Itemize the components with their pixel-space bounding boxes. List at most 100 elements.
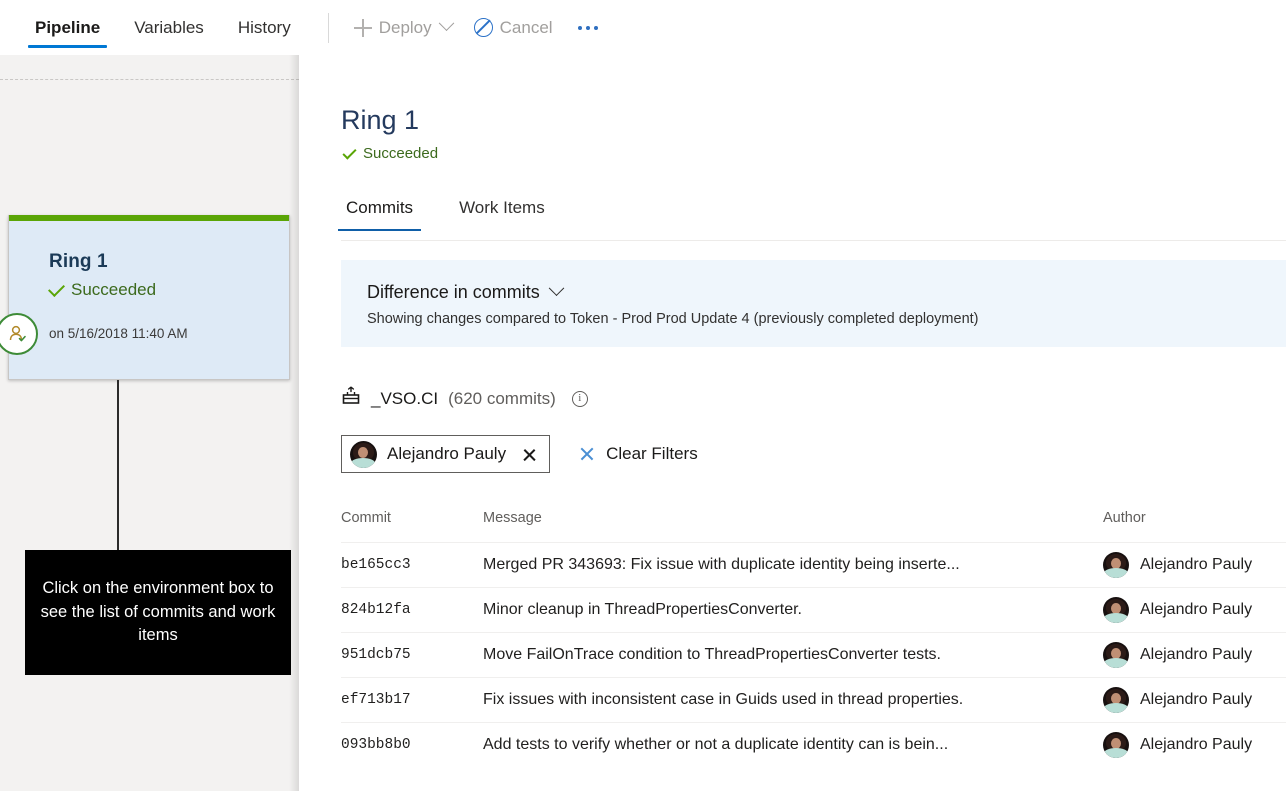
environment-card-name: Ring 1 (49, 251, 108, 272)
info-icon[interactable]: i (571, 390, 588, 407)
environment-card-timestamp: on 5/16/2018 11:40 AM (49, 326, 188, 341)
tab-variables[interactable]: Variables (117, 0, 221, 55)
cell-commit-author: Alejandro Pauly (1103, 642, 1286, 668)
artifact-repo-line: _VSO.CI (620 commits) i (341, 386, 588, 411)
avatar (1103, 552, 1129, 578)
tab-commits-label: Commits (346, 198, 414, 217)
ellipsis-icon-dot-3 (593, 25, 598, 30)
tab-pipeline-label: Pipeline (35, 17, 101, 37)
author-filter-chip[interactable]: Alejandro Pauly (341, 435, 551, 473)
cell-commit-message: Minor cleanup in ThreadPropertiesConvert… (483, 601, 802, 618)
detail-tab-list: Commits Work Items (337, 198, 586, 231)
top-tab-list: Pipeline Variables History (18, 0, 308, 55)
table-row[interactable]: 951dcb75 Move FailOnTrace condition to T… (341, 632, 1286, 677)
avatar (1103, 642, 1129, 668)
release-pipeline-screen: Pipeline Variables History Deploy Cancel (0, 0, 1286, 791)
pipeline-connector-line (117, 380, 119, 552)
coachmark-tooltip: Click on the environment box to see the … (25, 550, 291, 675)
cell-commit-author-name: Alejandro Pauly (1140, 556, 1253, 573)
table-row[interactable]: ef713b17 Fix issues with inconsistent ca… (341, 677, 1286, 722)
coachmark-tooltip-text: Click on the environment box to see the … (40, 578, 276, 645)
table-row[interactable]: 093bb8b0 Add tests to verify whether or … (341, 722, 1286, 767)
cell-commit-message: Move FailOnTrace condition to ThreadProp… (483, 646, 941, 663)
command-bar-divider (327, 12, 329, 43)
avatar (1103, 687, 1129, 713)
tab-work-items[interactable]: Work Items (454, 198, 550, 231)
artifact-commit-count: (620 commits) (448, 388, 556, 408)
cancel-button[interactable]: Cancel (463, 9, 564, 47)
avatar (1103, 732, 1129, 758)
cell-commit-id[interactable]: 093bb8b0 (341, 737, 483, 753)
more-actions-button[interactable] (564, 9, 612, 47)
pre-approval-person-icon[interactable] (0, 313, 38, 355)
close-icon (579, 446, 595, 462)
cell-commit-id[interactable]: be165cc3 (341, 557, 483, 573)
tab-history[interactable]: History (221, 0, 308, 55)
avatar-shirt (1104, 658, 1128, 668)
filter-row: Alejandro Pauly Clear Filters (341, 435, 698, 473)
table-row[interactable]: 824b12fa Minor cleanup in ThreadProperti… (341, 587, 1286, 632)
close-icon[interactable] (522, 447, 537, 462)
cell-commit-message: Add tests to verify whether or not a dup… (483, 736, 949, 753)
chevron-down-icon (438, 15, 454, 32)
pipeline-dashed-separator (0, 79, 299, 80)
difference-in-commits-toggle[interactable]: Difference in commits (341, 260, 1286, 303)
checkmark-icon (342, 144, 357, 160)
avatar (1103, 597, 1129, 623)
info-icon-glyph: i (578, 392, 582, 404)
tab-pipeline[interactable]: Pipeline (18, 0, 117, 55)
tab-variables-label: Variables (134, 17, 204, 37)
cell-commit-author: Alejandro Pauly (1103, 552, 1286, 578)
command-bar: Pipeline Variables History Deploy Cancel (0, 0, 1286, 55)
artifact-repo-name: _VSO.CI (371, 388, 439, 408)
clear-filters-button[interactable]: Clear Filters (579, 444, 698, 464)
cell-commit-id[interactable]: ef713b17 (341, 692, 483, 708)
commits-table: Commit Message Author be165cc3 Merged PR… (341, 510, 1286, 767)
cell-commit-id[interactable]: 951dcb75 (341, 647, 483, 663)
environment-detail-panel: Ring 1 Succeeded Commits Work Items Diff… (299, 55, 1286, 791)
column-header-message: Message (483, 510, 542, 526)
status-badge-label: Succeeded (363, 145, 439, 162)
ellipsis-icon-dot-2 (585, 25, 590, 30)
avatar-shirt (1104, 568, 1128, 578)
avatar (350, 440, 377, 468)
cell-commit-author: Alejandro Pauly (1103, 687, 1286, 713)
pipeline-canvas: Ring 1 Succeeded on 5/16/2018 11:40 AM C… (0, 55, 299, 791)
detail-tab-underline (341, 240, 1286, 241)
environment-card-status-label: Succeeded (71, 280, 157, 299)
deploy-button[interactable]: Deploy (343, 9, 463, 47)
chevron-down-icon (548, 280, 565, 297)
clear-filters-label: Clear Filters (606, 444, 698, 463)
difference-in-commits-banner: Difference in commits Showing changes co… (341, 260, 1286, 347)
environment-card-body: Ring 1 Succeeded on 5/16/2018 11:40 AM (9, 221, 289, 341)
cell-commit-author-name: Alejandro Pauly (1140, 736, 1253, 753)
table-row[interactable]: be165cc3 Merged PR 343693: Fix issue wit… (341, 542, 1286, 587)
environment-card-status: Succeeded (48, 279, 289, 300)
tab-commits[interactable]: Commits (337, 198, 422, 231)
plus-icon (353, 18, 372, 37)
checkmark-icon (48, 279, 65, 297)
cell-commit-author-name: Alejandro Pauly (1140, 601, 1253, 618)
avatar-face (358, 446, 368, 458)
avatar-shirt (1104, 613, 1128, 623)
status-badge: Succeeded (342, 144, 439, 162)
cancel-button-label: Cancel (499, 17, 553, 37)
build-artifact-icon (341, 386, 361, 411)
avatar-shirt (1104, 703, 1128, 713)
ban-circle-icon (473, 18, 493, 37)
page-title: Ring 1 (341, 105, 420, 135)
tab-work-items-label: Work Items (459, 198, 545, 217)
cell-commit-author: Alejandro Pauly (1103, 597, 1286, 623)
commits-table-header: Commit Message Author (341, 510, 1286, 542)
avatar-shirt (351, 457, 375, 468)
cell-commit-id[interactable]: 824b12fa (341, 602, 483, 618)
author-filter-chip-label: Alejandro Pauly (387, 444, 507, 463)
tab-history-label: History (237, 17, 291, 37)
cell-commit-message: Merged PR 343693: Fix issue with duplica… (483, 556, 960, 573)
cell-commit-author-name: Alejandro Pauly (1140, 691, 1253, 708)
deploy-button-label: Deploy (378, 17, 432, 37)
difference-in-commits-subtext: Showing changes compared to Token - Prod… (367, 311, 979, 327)
avatar-shirt (1104, 748, 1128, 758)
difference-in-commits-heading: Difference in commits (367, 282, 540, 302)
environment-card-ring-1[interactable]: Ring 1 Succeeded on 5/16/2018 11:40 AM (0, 215, 290, 380)
